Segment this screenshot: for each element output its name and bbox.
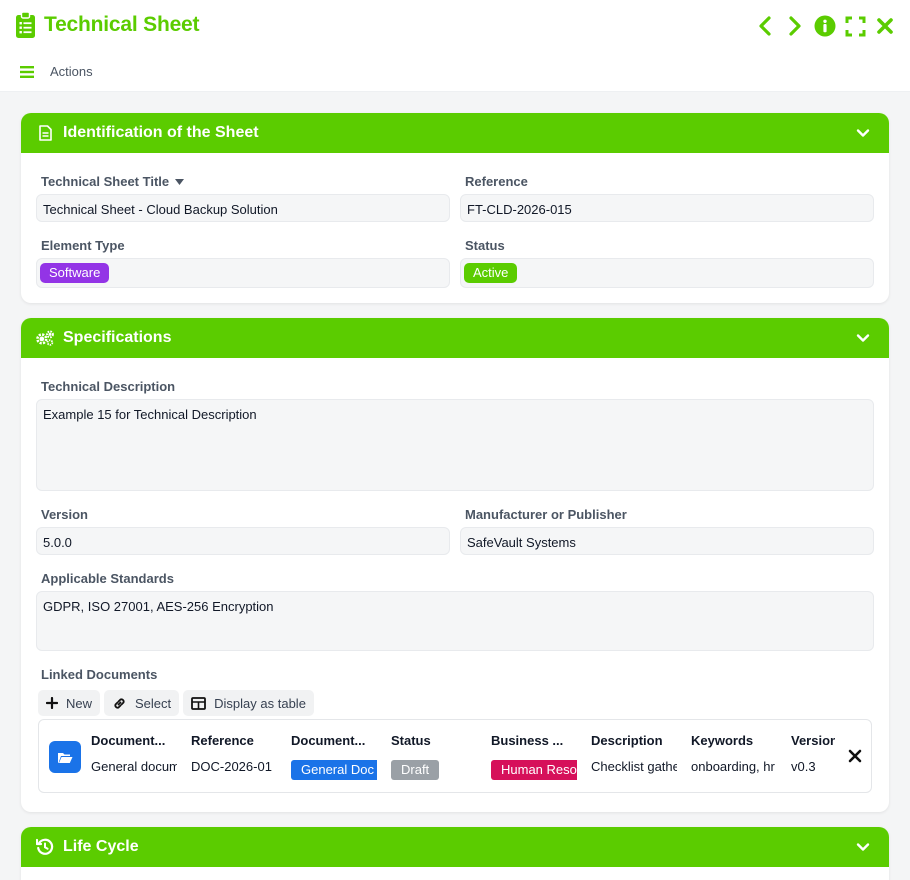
title-row: Technical Sheet	[16, 12, 200, 38]
col-header-description[interactable]: Description	[591, 733, 681, 748]
linked-documents-table: Document... Reference Document... Status…	[38, 719, 872, 793]
manufacturer-field[interactable]: SafeVault Systems	[460, 527, 874, 555]
cell-keywords: onboarding, hr	[691, 759, 775, 774]
col-header-business[interactable]: Business ...	[491, 733, 581, 748]
col-header-keywords[interactable]: Keywords	[691, 733, 781, 748]
chevron-down-icon	[856, 129, 870, 137]
cell-version: v0.3	[791, 759, 816, 774]
window-header: Technical Sheet Actions	[0, 0, 910, 92]
cell-description: Checklist gathering	[591, 759, 677, 774]
select-document-button[interactable]: Select	[104, 690, 180, 716]
actions-menu[interactable]: Actions	[20, 64, 93, 79]
table-icon	[191, 696, 207, 710]
cell-reference: DOC-2026-01	[191, 759, 272, 774]
remove-link-icon[interactable]	[847, 748, 863, 764]
identification-title: Identification of the Sheet	[63, 124, 259, 141]
specifications-card: Specifications Technical Description Exa…	[21, 318, 889, 812]
close-button[interactable]	[874, 14, 896, 38]
chevron-right-icon	[789, 16, 801, 36]
caret-down-icon	[175, 178, 185, 185]
sheet-title-field[interactable]: Technical Sheet - Cloud Backup Solution	[36, 194, 450, 222]
next-button[interactable]	[784, 14, 806, 38]
link-icon	[114, 697, 125, 709]
manufacturer-label: Manufacturer or Publisher	[465, 507, 627, 522]
app-title: Technical Sheet	[44, 13, 200, 36]
cell-document-type: General Doc	[291, 760, 377, 780]
identification-card: Identification of the Sheet Technical Sh…	[21, 113, 889, 303]
display-as-table-button[interactable]: Display as table	[183, 690, 314, 716]
col-header-reference[interactable]: Reference	[191, 733, 281, 748]
col-header-document-type[interactable]: Document...	[291, 733, 381, 748]
col-header-document[interactable]: Document...	[91, 733, 181, 748]
window-controls	[754, 14, 896, 38]
status-label: Status	[465, 238, 505, 253]
cell-business: Human Resources	[491, 760, 577, 780]
info-button[interactable]	[814, 14, 836, 38]
identification-header[interactable]: Identification of the Sheet	[21, 113, 889, 153]
new-document-button[interactable]: New	[38, 690, 101, 716]
cell-document-name: General document	[91, 759, 177, 774]
document-type-tag: General Doc	[291, 760, 377, 780]
sheet-title-label[interactable]: Technical Sheet Title	[41, 174, 185, 189]
close-icon	[877, 18, 893, 34]
folder-open-icon[interactable]	[49, 741, 81, 773]
document-status-tag: Draft	[391, 760, 440, 780]
element-type-label: Element Type	[41, 238, 125, 253]
business-tag: Human Resources	[491, 760, 577, 780]
chevron-left-icon	[759, 16, 771, 36]
lifecycle-card: Life Cycle	[21, 827, 889, 880]
display-table-label: Display as table	[214, 695, 306, 711]
specifications-title: Specifications	[63, 329, 172, 346]
history-icon	[35, 837, 55, 857]
content-area: Identification of the Sheet Technical Sh…	[0, 92, 910, 880]
version-field[interactable]: 5.0.0	[36, 527, 450, 555]
document-icon	[35, 123, 55, 143]
chevron-down-icon	[856, 843, 870, 851]
element-type-tag: Software	[40, 263, 110, 283]
cogs-icon	[35, 328, 55, 348]
hamburger-icon	[20, 65, 34, 78]
info-icon	[814, 15, 836, 37]
clipboard-list-icon	[16, 12, 35, 38]
status-tag: Active	[464, 263, 518, 283]
lifecycle-title: Life Cycle	[63, 838, 139, 855]
plus-icon	[46, 697, 58, 709]
linked-documents-label: Linked Documents	[41, 667, 158, 682]
element-type-field[interactable]: Software	[36, 258, 450, 288]
tech-desc-field[interactable]: Example 15 for Technical Description	[36, 399, 874, 491]
tech-desc-label: Technical Description	[41, 379, 176, 394]
select-button-label: Select	[135, 695, 172, 711]
standards-field[interactable]: GDPR, ISO 27001, AES-256 Encryption	[36, 591, 874, 651]
col-header-version[interactable]: Version	[791, 733, 835, 748]
cell-status: Draft	[391, 760, 477, 780]
col-header-status[interactable]: Status	[391, 733, 481, 748]
chevron-down-icon	[856, 334, 870, 342]
specifications-header[interactable]: Specifications	[21, 318, 889, 358]
fullscreen-button[interactable]	[844, 14, 866, 38]
standards-label: Applicable Standards	[41, 571, 174, 586]
fullscreen-icon	[845, 16, 865, 36]
reference-field[interactable]: FT-CLD-2026-015	[460, 194, 874, 222]
lifecycle-header[interactable]: Life Cycle	[21, 827, 889, 867]
sheet-title-label-text: Technical Sheet Title	[41, 174, 170, 189]
previous-button[interactable]	[754, 14, 776, 38]
reference-label: Reference	[465, 174, 528, 189]
actions-label: Actions	[50, 64, 93, 79]
version-label: Version	[41, 507, 88, 522]
linked-documents-toolbar: New Select Display as table	[38, 690, 314, 716]
new-button-label: New	[66, 695, 93, 711]
status-field[interactable]: Active	[460, 258, 874, 288]
